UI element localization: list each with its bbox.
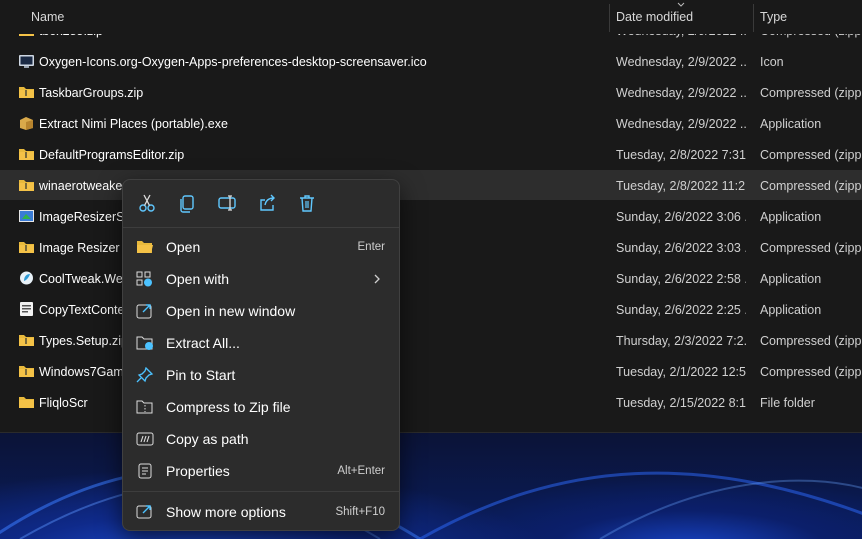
menu-item-open-with[interactable]: Open with (127, 264, 395, 294)
menu-item-open-new-window[interactable]: Open in new window (127, 296, 395, 326)
file-date: Sunday, 2/6/2022 2:25 ... (616, 303, 746, 317)
column-header: Name Date modified Type (0, 0, 862, 34)
file-name: Extract Nimi Places (portable).exe (39, 117, 228, 131)
file-row[interactable]: Oxygen-Icons.org-Oxygen-Apps-preferences… (0, 46, 862, 76)
installer-icon (19, 210, 34, 222)
file-date: Wednesday, 2/9/2022 ... (616, 86, 746, 100)
menu-item-shortcut: Shift+F10 (335, 506, 385, 518)
file-date: Sunday, 2/6/2022 2:58 ... (616, 272, 746, 286)
file-type: File folder (760, 396, 815, 410)
folder-icon (19, 397, 34, 408)
extract-icon (136, 336, 153, 350)
copy-path-icon (136, 432, 154, 446)
menu-item-label: Show more options (166, 504, 286, 520)
column-name-header[interactable]: Name (31, 10, 64, 24)
file-row[interactable]: TaskbarGroups.zip Wednesday, 2/9/2022 ..… (0, 77, 862, 107)
menu-item-label: Pin to Start (166, 367, 236, 383)
menu-item-shortcut: Enter (357, 241, 386, 253)
file-date: Sunday, 2/6/2022 3:03 ... (616, 241, 746, 255)
properties-icon (138, 463, 152, 479)
menu-item-label: Open (166, 239, 201, 255)
copy-icon[interactable] (176, 192, 198, 214)
menu-item-compress-zip[interactable]: Compress to Zip file (127, 392, 395, 422)
new-window-icon (136, 304, 152, 319)
trash-icon[interactable] (296, 192, 318, 214)
menu-item-extract-all[interactable]: Extract All... (127, 328, 395, 358)
chevron-right-icon (374, 274, 380, 284)
file-type: Application (760, 272, 822, 286)
file-type: Compressed (zipp... (760, 365, 862, 379)
file-name: Oxygen-Icons.org-Oxygen-Apps-preferences… (39, 55, 427, 69)
open-with-icon (136, 271, 152, 287)
file-name: winaerotweaker (39, 179, 127, 193)
menu-item-label: Properties (166, 463, 230, 479)
column-divider[interactable] (609, 4, 610, 32)
ico-file-icon (19, 55, 34, 68)
app-icon (20, 271, 33, 285)
file-name: Windows7Game (39, 365, 131, 379)
rename-icon[interactable] (216, 192, 238, 214)
file-type: Application (760, 117, 822, 131)
zip-folder-icon (19, 335, 34, 346)
folder-open-icon (137, 241, 153, 253)
file-date: Sunday, 2/6/2022 3:06 ... (616, 210, 746, 224)
file-date: Tuesday, 2/1/2022 12:5... (616, 365, 746, 379)
file-name: DefaultProgramsEditor.zip (39, 148, 185, 162)
menu-item-label: Compress to Zip file (166, 399, 291, 415)
zip-folder-icon (19, 366, 34, 377)
column-divider[interactable] (753, 4, 754, 32)
zip-folder-icon (19, 180, 34, 191)
share-icon[interactable] (256, 192, 278, 214)
scissors-icon[interactable] (136, 192, 158, 214)
menu-item-copy-as-path[interactable]: Copy as path (127, 424, 395, 454)
column-type-header[interactable]: Type (760, 10, 787, 24)
file-name: CoolTweak.Web (39, 272, 130, 286)
menu-divider (123, 491, 399, 492)
file-row[interactable]: DefaultProgramsEditor.zip Tuesday, 2/8/2… (0, 139, 862, 169)
sort-descending-icon (677, 2, 685, 7)
file-type: Application (760, 303, 822, 317)
file-name: CopyTextConter (39, 303, 129, 317)
file-type: Compressed (zipp... (760, 334, 862, 348)
file-date: Thursday, 2/3/2022 7:2... (616, 334, 746, 348)
file-name: Types.Setup.zip (39, 334, 128, 348)
menu-divider (123, 227, 399, 228)
pin-icon (136, 367, 154, 383)
file-date: Tuesday, 2/8/2022 7:31... (616, 148, 746, 162)
zip-folder-icon (19, 242, 34, 253)
menu-item-label: Extract All... (166, 335, 240, 351)
file-type: Compressed (zipp... (760, 241, 862, 255)
file-type: Compressed (zipp... (760, 179, 862, 193)
zip-folder-icon (19, 87, 34, 98)
file-name: ImageResizerSet (39, 210, 135, 224)
file-name: TaskbarGroups.zip (39, 86, 144, 100)
context-menu: Open Enter Open with Open in new window … (122, 179, 400, 531)
menu-item-label: Open with (166, 271, 230, 287)
file-date: Tuesday, 2/8/2022 11:2... (616, 179, 746, 193)
exe-icon (20, 117, 33, 130)
file-date: Tuesday, 2/15/2022 8:1... (616, 396, 746, 410)
menu-item-pin-to-start[interactable]: Pin to Start (127, 360, 395, 390)
menu-item-properties[interactable]: Properties Alt+Enter (127, 456, 395, 486)
file-date: Wednesday, 2/9/2022 ... (616, 55, 746, 69)
menu-item-open[interactable]: Open Enter (127, 232, 395, 262)
file-row[interactable]: Extract Nimi Places (portable).exe Wedne… (0, 108, 862, 138)
menu-item-shortcut: Alt+Enter (337, 465, 385, 477)
menu-item-show-more-options[interactable]: Show more options Shift+F10 (127, 497, 395, 527)
zip-compress-icon (136, 400, 153, 414)
file-type: Icon (760, 55, 784, 69)
menu-item-label: Open in new window (166, 303, 296, 319)
file-date: Wednesday, 2/9/2022 ... (616, 117, 746, 131)
column-date-header[interactable]: Date modified (616, 10, 693, 24)
file-type: Compressed (zipp... (760, 86, 862, 100)
file-name: FliqloScr (39, 396, 88, 410)
file-type: Compressed (zipp... (760, 148, 862, 162)
menu-item-label: Copy as path (166, 431, 249, 447)
more-options-icon (136, 505, 152, 519)
file-type: Application (760, 210, 822, 224)
zip-folder-icon (19, 149, 34, 160)
app-icon (20, 302, 33, 316)
